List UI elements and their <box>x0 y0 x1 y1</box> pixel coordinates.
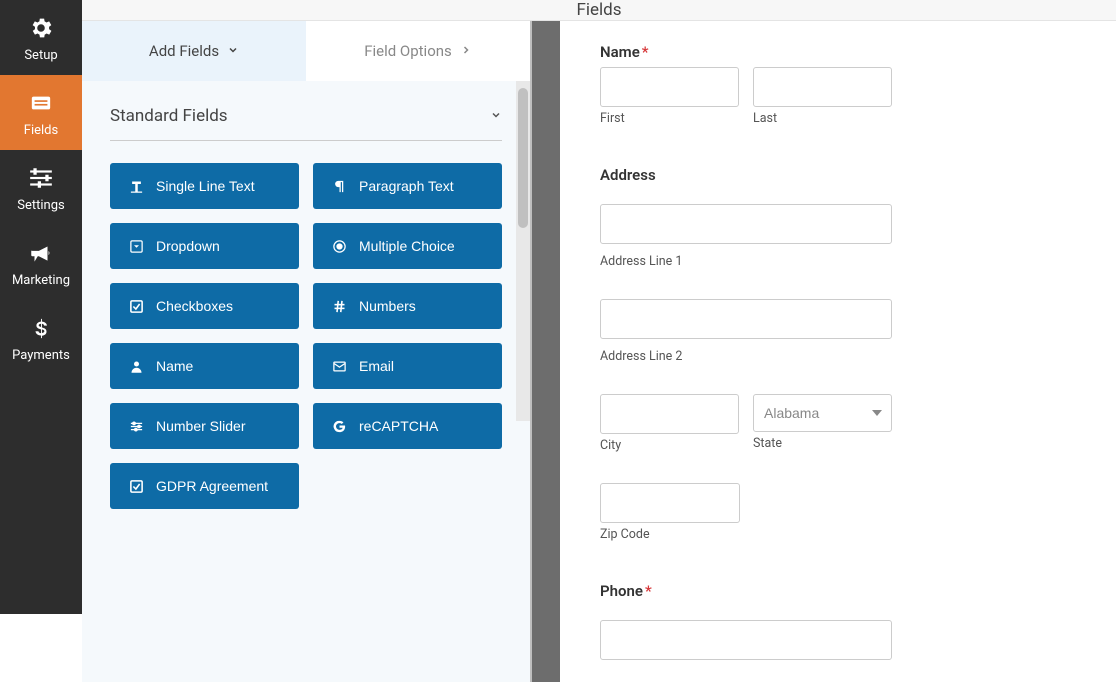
field-label: GDPR Agreement <box>156 478 268 494</box>
field-label: Multiple Choice <box>359 238 455 254</box>
fields-panel: Add Fields Field Options <box>82 21 532 682</box>
sidebar-item-label: Marketing <box>12 273 70 288</box>
tab-label: Add Fields <box>149 42 219 60</box>
chevron-right-icon <box>460 42 472 60</box>
hash-icon <box>331 298 347 314</box>
radio-icon <box>331 238 347 254</box>
field-checkboxes[interactable]: Checkboxes <box>110 283 299 329</box>
label-address: Address <box>600 166 1076 184</box>
scrollbar-thumb[interactable] <box>518 88 528 228</box>
sidebar-item-label: Settings <box>17 198 64 213</box>
sublabel-last: Last <box>753 111 892 126</box>
sidebar-item-marketing[interactable]: Marketing <box>0 225 82 300</box>
google-icon <box>331 418 347 434</box>
sidebar-item-payments[interactable]: Payments <box>0 300 82 375</box>
input-first-name[interactable] <box>600 67 739 107</box>
panel-body: Standard Fields Single Line Text Para <box>82 81 530 682</box>
sidebar-item-label: Setup <box>24 48 57 63</box>
checkbox-icon <box>128 298 144 314</box>
form-preview: Name * First Last Address Address Line 1 <box>560 21 1116 682</box>
row-name: First Last <box>600 67 892 136</box>
sidebar-item-setup[interactable]: Setup <box>0 0 82 75</box>
content: Add Fields Field Options <box>82 21 1116 682</box>
field-label: Numbers <box>359 298 416 314</box>
main: Fields Add Fields Field Options <box>82 0 1116 614</box>
gutter <box>532 21 560 682</box>
sublabel-line1: Address Line 1 <box>600 254 1076 269</box>
field-gdpr-agreement[interactable]: GDPR Agreement <box>110 463 299 509</box>
input-address-line1[interactable] <box>600 204 892 244</box>
field-number-slider[interactable]: Number Slider <box>110 403 299 449</box>
sublabel-state: State <box>753 436 892 451</box>
sliders-h-icon <box>128 418 144 434</box>
page-title: Fields <box>576 0 621 20</box>
input-city[interactable] <box>600 394 739 434</box>
user-icon <box>128 358 144 374</box>
group-standard-fields: Standard Fields Single Line Text Para <box>82 81 530 509</box>
input-last-name[interactable] <box>753 67 892 107</box>
group-title: Standard Fields <box>110 106 228 126</box>
field-email[interactable]: Email <box>313 343 502 389</box>
sublabel-line2: Address Line 2 <box>600 349 1076 364</box>
required-marker: * <box>642 43 649 61</box>
sublabel-first: First <box>600 111 739 126</box>
field-recaptcha[interactable]: reCAPTCHA <box>313 403 502 449</box>
check-square-icon <box>128 478 144 494</box>
tab-label: Field Options <box>364 42 452 60</box>
tabs: Add Fields Field Options <box>82 21 530 81</box>
bullhorn-icon <box>27 239 55 267</box>
required-marker: * <box>645 582 652 600</box>
field-dropdown[interactable]: Dropdown <box>110 223 299 269</box>
chevron-down-icon <box>227 42 239 60</box>
sublabel-city: City <box>600 438 739 453</box>
sidebar: Setup Fields Settings Marketing Payments <box>0 0 82 614</box>
sidebar-item-settings[interactable]: Settings <box>0 150 82 225</box>
label-phone: Phone * <box>600 582 1076 600</box>
field-multiple-choice[interactable]: Multiple Choice <box>313 223 502 269</box>
tab-field-options[interactable]: Field Options <box>306 21 530 81</box>
field-label: Dropdown <box>156 238 220 254</box>
field-label: Single Line Text <box>156 178 255 194</box>
field-single-line-text[interactable]: Single Line Text <box>110 163 299 209</box>
sliders-icon <box>27 164 55 192</box>
field-label: Paragraph Text <box>359 178 454 194</box>
list-icon <box>27 89 55 117</box>
field-paragraph-text[interactable]: Paragraph Text <box>313 163 502 209</box>
tab-add-fields[interactable]: Add Fields <box>82 21 306 81</box>
input-phone[interactable] <box>600 620 892 660</box>
field-numbers[interactable]: Numbers <box>313 283 502 329</box>
row-city-state: City Alabama State <box>600 394 892 463</box>
field-label: Name <box>156 358 193 374</box>
scrollbar[interactable] <box>516 81 530 421</box>
field-name[interactable]: Name <box>110 343 299 389</box>
label-name: Name * <box>600 43 1076 61</box>
field-label: reCAPTCHA <box>359 418 438 434</box>
paragraph-icon <box>331 178 347 194</box>
envelope-icon <box>331 358 347 374</box>
row-zip: Zip Code <box>600 483 740 552</box>
chevron-down-icon <box>490 106 502 126</box>
field-label: Number Slider <box>156 418 245 434</box>
input-address-line2[interactable] <box>600 299 892 339</box>
group-header[interactable]: Standard Fields <box>110 106 502 141</box>
caret-square-icon <box>128 238 144 254</box>
sidebar-item-fields[interactable]: Fields <box>0 75 82 150</box>
sublabel-zip: Zip Code <box>600 527 740 542</box>
sidebar-item-label: Payments <box>12 348 70 363</box>
field-label: Email <box>359 358 394 374</box>
field-label: Checkboxes <box>156 298 233 314</box>
sidebar-item-label: Fields <box>24 123 58 138</box>
header: Fields <box>82 0 1116 21</box>
chevron-down-icon <box>872 410 882 416</box>
dollar-icon <box>27 314 55 342</box>
field-grid: Single Line Text Paragraph Text Dropdown <box>110 163 502 509</box>
text-icon <box>128 178 144 194</box>
input-zip[interactable] <box>600 483 740 523</box>
gear-icon <box>27 14 55 42</box>
